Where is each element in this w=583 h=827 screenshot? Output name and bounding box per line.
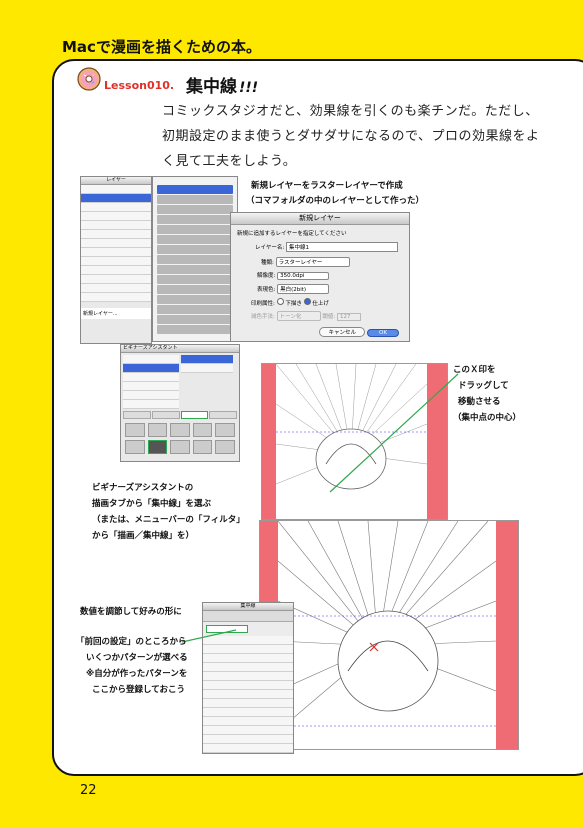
- dialog-prompt: 新規に追加するレイヤーを指定してください: [237, 231, 347, 237]
- callout-line-xmark: [329, 373, 459, 493]
- layer-palette-titlebar: レイヤー: [81, 177, 151, 185]
- resolution-select[interactable]: 350.0dpi: [277, 272, 330, 280]
- name-label: レイヤー名:: [255, 245, 285, 251]
- dialog-title: 新規レイヤー: [231, 213, 409, 225]
- radio-draft-label: 下描き: [285, 301, 302, 307]
- caption-adjust-4: ※自分が作ったパターンを: [86, 669, 188, 679]
- threshold-input[interactable]: 127: [336, 313, 361, 321]
- caption-xmark-2: ドラッグして: [458, 381, 509, 391]
- threshold-label: 閾値:: [322, 314, 336, 320]
- color-select[interactable]: 黒白(2bit): [277, 284, 330, 294]
- layer-menu-screenshot: [152, 176, 238, 342]
- cancel-button[interactable]: キャンセル: [319, 327, 366, 337]
- type-select[interactable]: ラスターレイヤー: [275, 257, 350, 267]
- layer-name-input[interactable]: 集中線1: [285, 242, 398, 252]
- intro-line-2: 初期設定のまま使うとダサダサになるので、プロの効果線をよ: [162, 129, 540, 144]
- lesson-title-text: 集中線: [186, 77, 237, 97]
- focus-lines-dialog-title: 集中線: [203, 603, 293, 611]
- caption-adjust-3: いくつかパターンが選べる: [86, 653, 188, 663]
- lesson-title: 集中線!!!: [186, 72, 258, 97]
- radio-final[interactable]: [303, 298, 311, 305]
- intro-line-1: コミックスタジオだと、効果線を引くのも楽チンだ。ただし、: [162, 104, 539, 119]
- reduce-label: 減色手法:: [251, 314, 275, 320]
- lesson-title-suffix: !!!: [239, 80, 259, 96]
- focus-lines-tool[interactable]: [147, 440, 168, 454]
- caption-assistant-4: から「描画／集中線」を）: [92, 531, 195, 541]
- type-label: 種類:: [261, 260, 274, 266]
- lesson-number: Lesson010.: [104, 79, 175, 92]
- caption-adjust-2: 「前回の設定」のところから: [76, 637, 187, 647]
- color-label: 表現色:: [257, 287, 276, 293]
- caption-assistant-2: 描画タブから「集中線」を選ぶ: [92, 499, 212, 509]
- ok-button[interactable]: OK: [367, 329, 399, 337]
- caption-xmark-1: このＸ印を: [453, 365, 496, 375]
- menu-new-layer[interactable]: [157, 185, 233, 194]
- caption-xmark-3: 移動させる: [458, 397, 501, 407]
- tab-draw[interactable]: [180, 411, 209, 419]
- page-title: Macで漫画を描くための本。: [62, 38, 261, 56]
- print-label: 印刷属性:: [251, 301, 275, 307]
- reduce-select[interactable]: トーン化: [276, 311, 321, 321]
- layer-palette-screenshot: レイヤー 新規レイヤー...: [80, 176, 152, 344]
- caption-assistant-3: （または、メニューバーの「フィルタ」: [92, 515, 245, 525]
- caption-new-layer-1: 新規レイヤーをラスターレイヤーで作成: [251, 181, 403, 191]
- intro-line-3: く見て工夫をしよう。: [162, 154, 297, 169]
- resolution-label: 解像度:: [257, 273, 276, 279]
- radio-draft[interactable]: [276, 298, 284, 305]
- radio-final-label: 仕上げ: [312, 301, 329, 307]
- caption-adjust-1: 数値を調節して好みの形に: [80, 607, 182, 617]
- donut-icon: [77, 67, 101, 91]
- caption-xmark-4: （集中点の中心）: [453, 413, 522, 423]
- caption-assistant-1: ビギナーズアシスタントの: [92, 483, 194, 493]
- new-layer-dialog: 新規レイヤー 新規に追加するレイヤーを指定してください レイヤー名: 集中線1 …: [230, 212, 410, 342]
- caption-new-layer-2: （コマフォルダの中のレイヤーとして作った）: [246, 196, 424, 206]
- assistant-titlebar: ビギナーズアシスタント: [121, 345, 239, 353]
- caption-adjust-5: ここから登録しておこう: [92, 685, 185, 695]
- beginners-assistant-screenshot: ビギナーズアシスタント: [120, 344, 240, 462]
- manga-preview-after: [259, 520, 519, 750]
- callout-line-presets: [181, 629, 237, 643]
- new-layer-menu-item[interactable]: 新規レイヤー...: [81, 308, 151, 319]
- page-number: 22: [80, 783, 97, 798]
- focus-lines-art-result: [278, 521, 496, 732]
